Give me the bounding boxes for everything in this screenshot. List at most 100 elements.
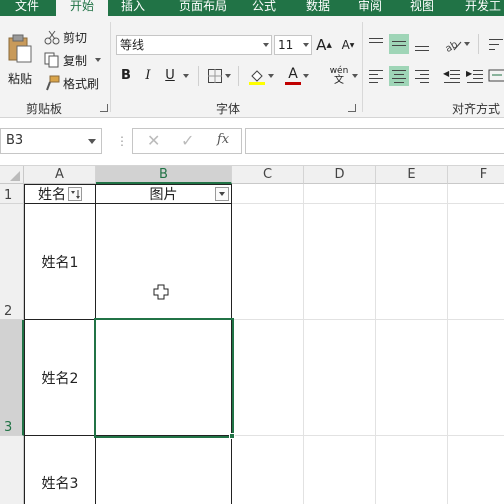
cell-f4[interactable] — [448, 436, 504, 504]
font-group-label: 字体 — [216, 102, 241, 116]
cell-e3[interactable] — [376, 320, 448, 436]
underline-button[interactable]: U — [162, 66, 178, 86]
font-name-select[interactable]: 等线 — [116, 35, 272, 55]
cell-b4[interactable] — [96, 436, 232, 504]
align-bottom-button[interactable] — [412, 34, 432, 54]
grow-arrow-icon: ▲ — [326, 41, 332, 49]
cell-c4[interactable] — [232, 436, 304, 504]
chevron-down-icon — [88, 139, 96, 144]
cell-e1[interactable] — [376, 184, 448, 204]
column-header-a[interactable]: A — [24, 166, 96, 184]
cell-a3[interactable]: 姓名2 — [24, 320, 96, 436]
formula-input[interactable] — [245, 128, 504, 154]
tab-data[interactable]: 数据 — [298, 0, 338, 16]
column-header-d[interactable]: D — [304, 166, 376, 184]
align-left-button[interactable] — [366, 66, 386, 86]
shrink-font-button[interactable]: A ▼ — [340, 35, 356, 55]
merge-center-button[interactable] — [488, 66, 504, 86]
increase-indent-button[interactable]: ▶ — [465, 66, 485, 86]
cell-c1[interactable] — [232, 184, 304, 204]
cell-d1[interactable] — [304, 184, 376, 204]
more-options-icon[interactable]: ⋮ — [116, 132, 128, 150]
cut-button[interactable]: 剪切 — [44, 27, 87, 47]
column-header-b[interactable]: B — [96, 166, 232, 184]
align-right-button[interactable] — [412, 66, 432, 86]
paste-button[interactable]: 粘贴 — [4, 28, 36, 92]
filter-sort-button[interactable] — [68, 187, 82, 201]
phonetic-dropdown-icon[interactable] — [352, 74, 358, 78]
name-box-value: B3 — [6, 133, 24, 148]
clipboard-launcher-icon[interactable] — [100, 104, 108, 112]
separator — [238, 66, 239, 86]
row-header-4[interactable] — [0, 436, 24, 504]
insert-function-icon[interactable]: fx — [217, 132, 229, 147]
copy-dropdown-icon[interactable] — [95, 58, 102, 62]
borders-button[interactable] — [205, 66, 233, 86]
name-text: 姓名2 — [41, 370, 79, 387]
cell-e4[interactable] — [376, 436, 448, 504]
tab-formulas[interactable]: 公式 — [244, 0, 284, 16]
name-box[interactable]: B3 — [0, 128, 102, 154]
cell-c3[interactable] — [232, 320, 304, 436]
wrap-text-button[interactable] — [486, 34, 504, 54]
cell-f3[interactable] — [448, 320, 504, 436]
row-header-2[interactable]: 2 — [0, 204, 24, 320]
align-top-button[interactable] — [366, 34, 386, 54]
cell-a2[interactable]: 姓名1 — [24, 204, 96, 320]
tab-page-layout[interactable]: 页面布局 — [168, 0, 238, 16]
cell-f1[interactable] — [448, 184, 504, 204]
cell-b1[interactable]: 图片 — [96, 184, 232, 204]
tab-home[interactable]: 开始 — [56, 0, 108, 16]
fill-handle[interactable] — [229, 433, 235, 439]
orientation-button[interactable]: ab — [442, 34, 472, 54]
cell-a1[interactable]: 姓名 — [24, 184, 96, 204]
header-image-text: 图片 — [149, 187, 178, 203]
column-header-e[interactable]: E — [376, 166, 448, 184]
align-middle-button[interactable] — [389, 34, 409, 54]
tab-insert[interactable]: 插入 — [112, 0, 154, 16]
chevron-down-icon — [464, 42, 470, 46]
font-size-select[interactable]: 11 — [274, 35, 312, 55]
italic-button[interactable]: I — [140, 66, 156, 86]
tab-view[interactable]: 视图 — [402, 0, 442, 16]
bold-button[interactable]: B — [118, 66, 134, 86]
filter-dropdown-button[interactable] — [215, 187, 229, 201]
cancel-icon[interactable]: ✕ — [147, 131, 160, 150]
tab-review[interactable]: 审阅 — [350, 0, 390, 16]
decrease-indent-button[interactable]: ◀ — [442, 66, 462, 86]
font-color-button[interactable]: A — [282, 66, 312, 86]
cut-label: 剪切 — [63, 30, 88, 45]
align-center-button[interactable] — [389, 66, 409, 86]
column-header-c[interactable]: C — [232, 166, 304, 184]
borders-icon — [208, 69, 222, 83]
font-color-letter: A — [288, 66, 298, 82]
row-header-3[interactable]: 3 — [0, 320, 24, 436]
format-painter-button[interactable]: 格式刷 — [44, 73, 99, 93]
column-header-f[interactable]: F — [448, 166, 504, 184]
row-header-1[interactable]: 1 — [0, 184, 24, 204]
copy-icon — [44, 52, 60, 68]
tab-developer[interactable]: 开发工 — [458, 0, 504, 16]
cell-d4[interactable] — [304, 436, 376, 504]
cell-d3[interactable] — [304, 320, 376, 436]
select-all-corner[interactable] — [0, 166, 24, 184]
separator — [198, 66, 199, 86]
cell-e2[interactable] — [376, 204, 448, 320]
fill-color-button[interactable] — [246, 66, 276, 86]
phonetic-button[interactable]: wén 文 — [322, 66, 356, 86]
orientation-icon: ab — [444, 39, 462, 52]
cell-a4[interactable]: 姓名3 — [24, 436, 96, 504]
cell-f2[interactable] — [448, 204, 504, 320]
underline-dropdown-icon[interactable] — [183, 74, 189, 78]
cell-c2[interactable] — [232, 204, 304, 320]
enter-icon[interactable]: ✓ — [181, 131, 194, 150]
cell-d2[interactable] — [304, 204, 376, 320]
font-color-icon: A — [285, 66, 301, 86]
cell-b2[interactable] — [96, 204, 232, 320]
tab-file[interactable]: 文件 — [0, 0, 54, 16]
formula-bar: B3 ⋮ ✕ ✓ fx — [0, 118, 504, 166]
cell-b3[interactable] — [96, 320, 232, 436]
copy-button[interactable]: 复制 — [44, 50, 102, 70]
grow-font-button[interactable]: A ▲ — [316, 35, 332, 55]
font-launcher-icon[interactable] — [348, 104, 356, 112]
